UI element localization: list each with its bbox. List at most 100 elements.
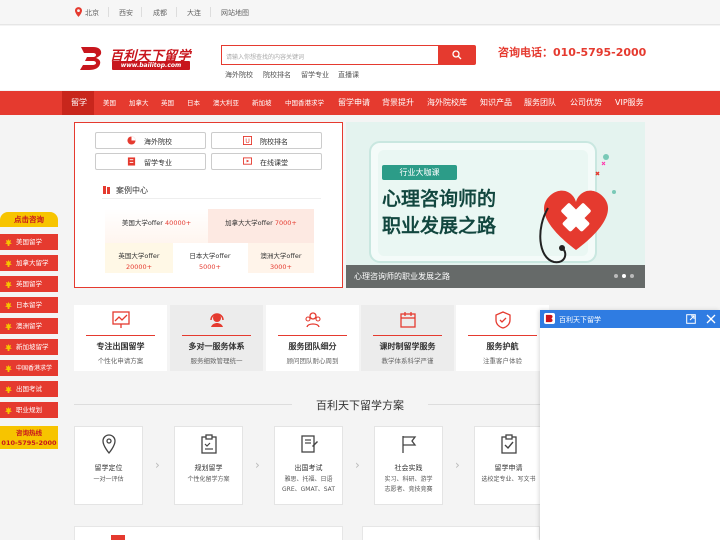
quick-button-label: 院校排名 [260,138,288,146]
nav-item-study-abroad[interactable]: 留学 [62,91,94,115]
page: 北京 西安 成都 大连 网站地图 百利天下留学 www.bailitop.com… [0,0,720,540]
chat-popup[interactable]: 百利天下留学 [540,310,720,540]
feature-card[interactable]: 专注出国留学 个性化申请方案 [74,305,167,371]
plan-card[interactable]: 出国考试 雅思、托福、日语 GRE、GMAT、SAT [274,426,343,505]
quick-button-schools[interactable]: 海外院校 [95,132,206,149]
chevron-right-icon: › [455,458,460,472]
float-item-label: 美国留学 [16,238,42,246]
maple-leaf-icon [5,365,12,372]
case-item-japan[interactable]: 日本大学offer 5000+ [176,250,244,271]
feature-card[interactable]: 多对一服务体系 服务细致管理统一 [170,305,263,371]
search-input[interactable]: 请输入你想查找的内容关键词 [221,45,438,65]
float-item-singapore[interactable]: 新加坡留学 [0,339,58,356]
city-link-beijing[interactable]: 北京 [85,8,99,18]
carousel-dot[interactable] [614,274,618,278]
feature-subtitle: 顾问团队耐心周到 [286,357,339,365]
logo-icon[interactable] [78,45,106,71]
float-item-label: 澳洲留学 [16,322,42,330]
nav-item-background[interactable]: 背景提升 [382,91,414,115]
carousel-dot[interactable] [630,274,634,278]
hero-banner[interactable]: 行业大咖课 心理咨询师的 职业发展之路 心理咨询师的职业发展之路 [346,122,645,288]
case-item-uk[interactable]: 英国大学offer 20000+ [105,250,173,271]
main-nav: 留学 美国 加拿大 英国 日本 澳大利亚 新加坡 中国香港求学 留学申请 背景提… [0,91,720,115]
consult-button[interactable]: 点击咨询 [0,212,58,227]
hot-link-live[interactable]: 直播课 [338,70,359,80]
case-item-australia[interactable]: 澳洲大学offer 3000+ [248,250,314,271]
nav-item-products[interactable]: 知识产品 [480,91,512,115]
header-phone: 咨询电话：010-5795-2000 [498,46,647,59]
nav-item-canada[interactable]: 加拿大 [129,91,149,115]
hot-link-schools[interactable]: 海外院校 [225,70,253,80]
float-item-label: 英国留学 [16,280,42,288]
carousel-dot-active[interactable] [622,274,626,278]
float-item-label: 中国香港求学 [16,365,53,372]
chat-popup-title: 百利天下留学 [559,316,601,324]
hot-link-majors[interactable]: 留学专业 [301,70,329,80]
float-item-hongkong[interactable]: 中国香港求学 [0,360,58,377]
plan-card[interactable]: 留学申请 选校定专业、写文书 [474,426,543,505]
city-link-dalian[interactable]: 大连 [187,8,201,18]
float-item-exam[interactable]: 出国考试 [0,381,58,398]
feature-card[interactable]: 课时制留学服务 教学体系科学严谨 [361,305,454,371]
nav-item-singapore[interactable]: 新加坡 [252,91,272,115]
chevron-right-icon: › [155,458,160,472]
hotline-number: 010-5795-2000 [1,439,57,447]
float-item-uk[interactable]: 英国留学 [0,276,58,293]
nav-item-advantage[interactable]: 公司优势 [570,91,602,115]
float-item-australia[interactable]: 澳洲留学 [0,318,58,335]
bottom-panel [362,526,540,540]
quick-button-majors[interactable]: 留学专业 [95,153,206,170]
sitemap-link[interactable]: 网站地图 [221,8,249,18]
nav-item-australia[interactable]: 澳大利亚 [213,91,239,115]
quick-button-label: 在线课堂 [260,159,288,167]
plan-card[interactable]: 留学定位 一对一评估 [74,426,143,505]
float-item-usa[interactable]: 美国留学 [0,234,58,251]
feature-card[interactable]: 服务护航 注重客户体验 [456,305,549,371]
feature-subtitle: 教学体系科学严谨 [381,357,434,365]
quick-button-label: 留学专业 [144,159,172,167]
location-pin-icon [102,434,116,454]
float-item-japan[interactable]: 日本留学 [0,297,58,314]
quick-button-label: 海外院校 [144,138,172,146]
shield-icon [495,311,511,329]
nav-item-japan[interactable]: 日本 [187,91,200,115]
ranking-icon: U [243,136,252,145]
float-item-label: 日本留学 [16,301,42,309]
nav-item-vip[interactable]: VIP服务 [615,91,644,115]
expand-icon[interactable] [686,314,696,324]
plan-card[interactable]: 社会实践 实习、科研、游学 志愿者、竞技竞赛 [374,426,443,505]
headset-icon [210,313,224,327]
case-item-usa[interactable]: 美国大学offer 40000+ [105,217,208,227]
maple-leaf-icon [5,281,12,288]
nav-item-usa[interactable]: 美国 [103,91,116,115]
hot-link-ranking[interactable]: 院校排名 [263,70,291,80]
maple-leaf-icon [5,302,12,309]
close-icon[interactable] [706,314,716,324]
search-button[interactable] [438,45,476,65]
hotline-box[interactable]: 咨询热线 010-5795-2000 [0,426,58,449]
banner-headline-2: 职业发展之路 [382,215,497,237]
nav-item-hongkong[interactable]: 中国香港求学 [285,91,324,115]
nav-item-school-db[interactable]: 海外院校库 [427,91,467,115]
plan-card-title: 留学申请 [494,464,523,472]
quick-button-ranking[interactable]: U 院校排名 [211,132,322,149]
city-link-xian[interactable]: 西安 [119,8,133,18]
maple-leaf-icon [5,260,12,267]
nav-item-application[interactable]: 留学申请 [338,91,370,115]
top-bar: 北京 西安 成都 大连 网站地图 [0,0,720,25]
case-item-canada[interactable]: 加拿大大学offer 7000+ [208,217,314,227]
plan-card-subtitle: 雅思、托福、日语 GRE、GMAT、SAT [282,476,335,493]
city-link-chengdu[interactable]: 成都 [153,8,167,18]
quick-button-online-class[interactable]: 在线课堂 [211,153,322,170]
plan-card-title: 留学定位 [94,464,123,472]
calendar-icon [400,312,416,328]
chevron-right-icon: › [355,458,360,472]
feature-card[interactable]: 服务团队细分 顾问团队耐心周到 [266,305,359,371]
feature-underline [373,335,442,336]
case-center-title: 案例中心 [116,186,148,195]
nav-item-uk[interactable]: 英国 [161,91,174,115]
float-item-canada[interactable]: 加拿大留学 [0,255,58,272]
team-icon [305,312,321,328]
nav-item-team[interactable]: 服务团队 [524,91,556,115]
plan-card[interactable]: 规划留学 个性化留学方案 [174,426,243,505]
